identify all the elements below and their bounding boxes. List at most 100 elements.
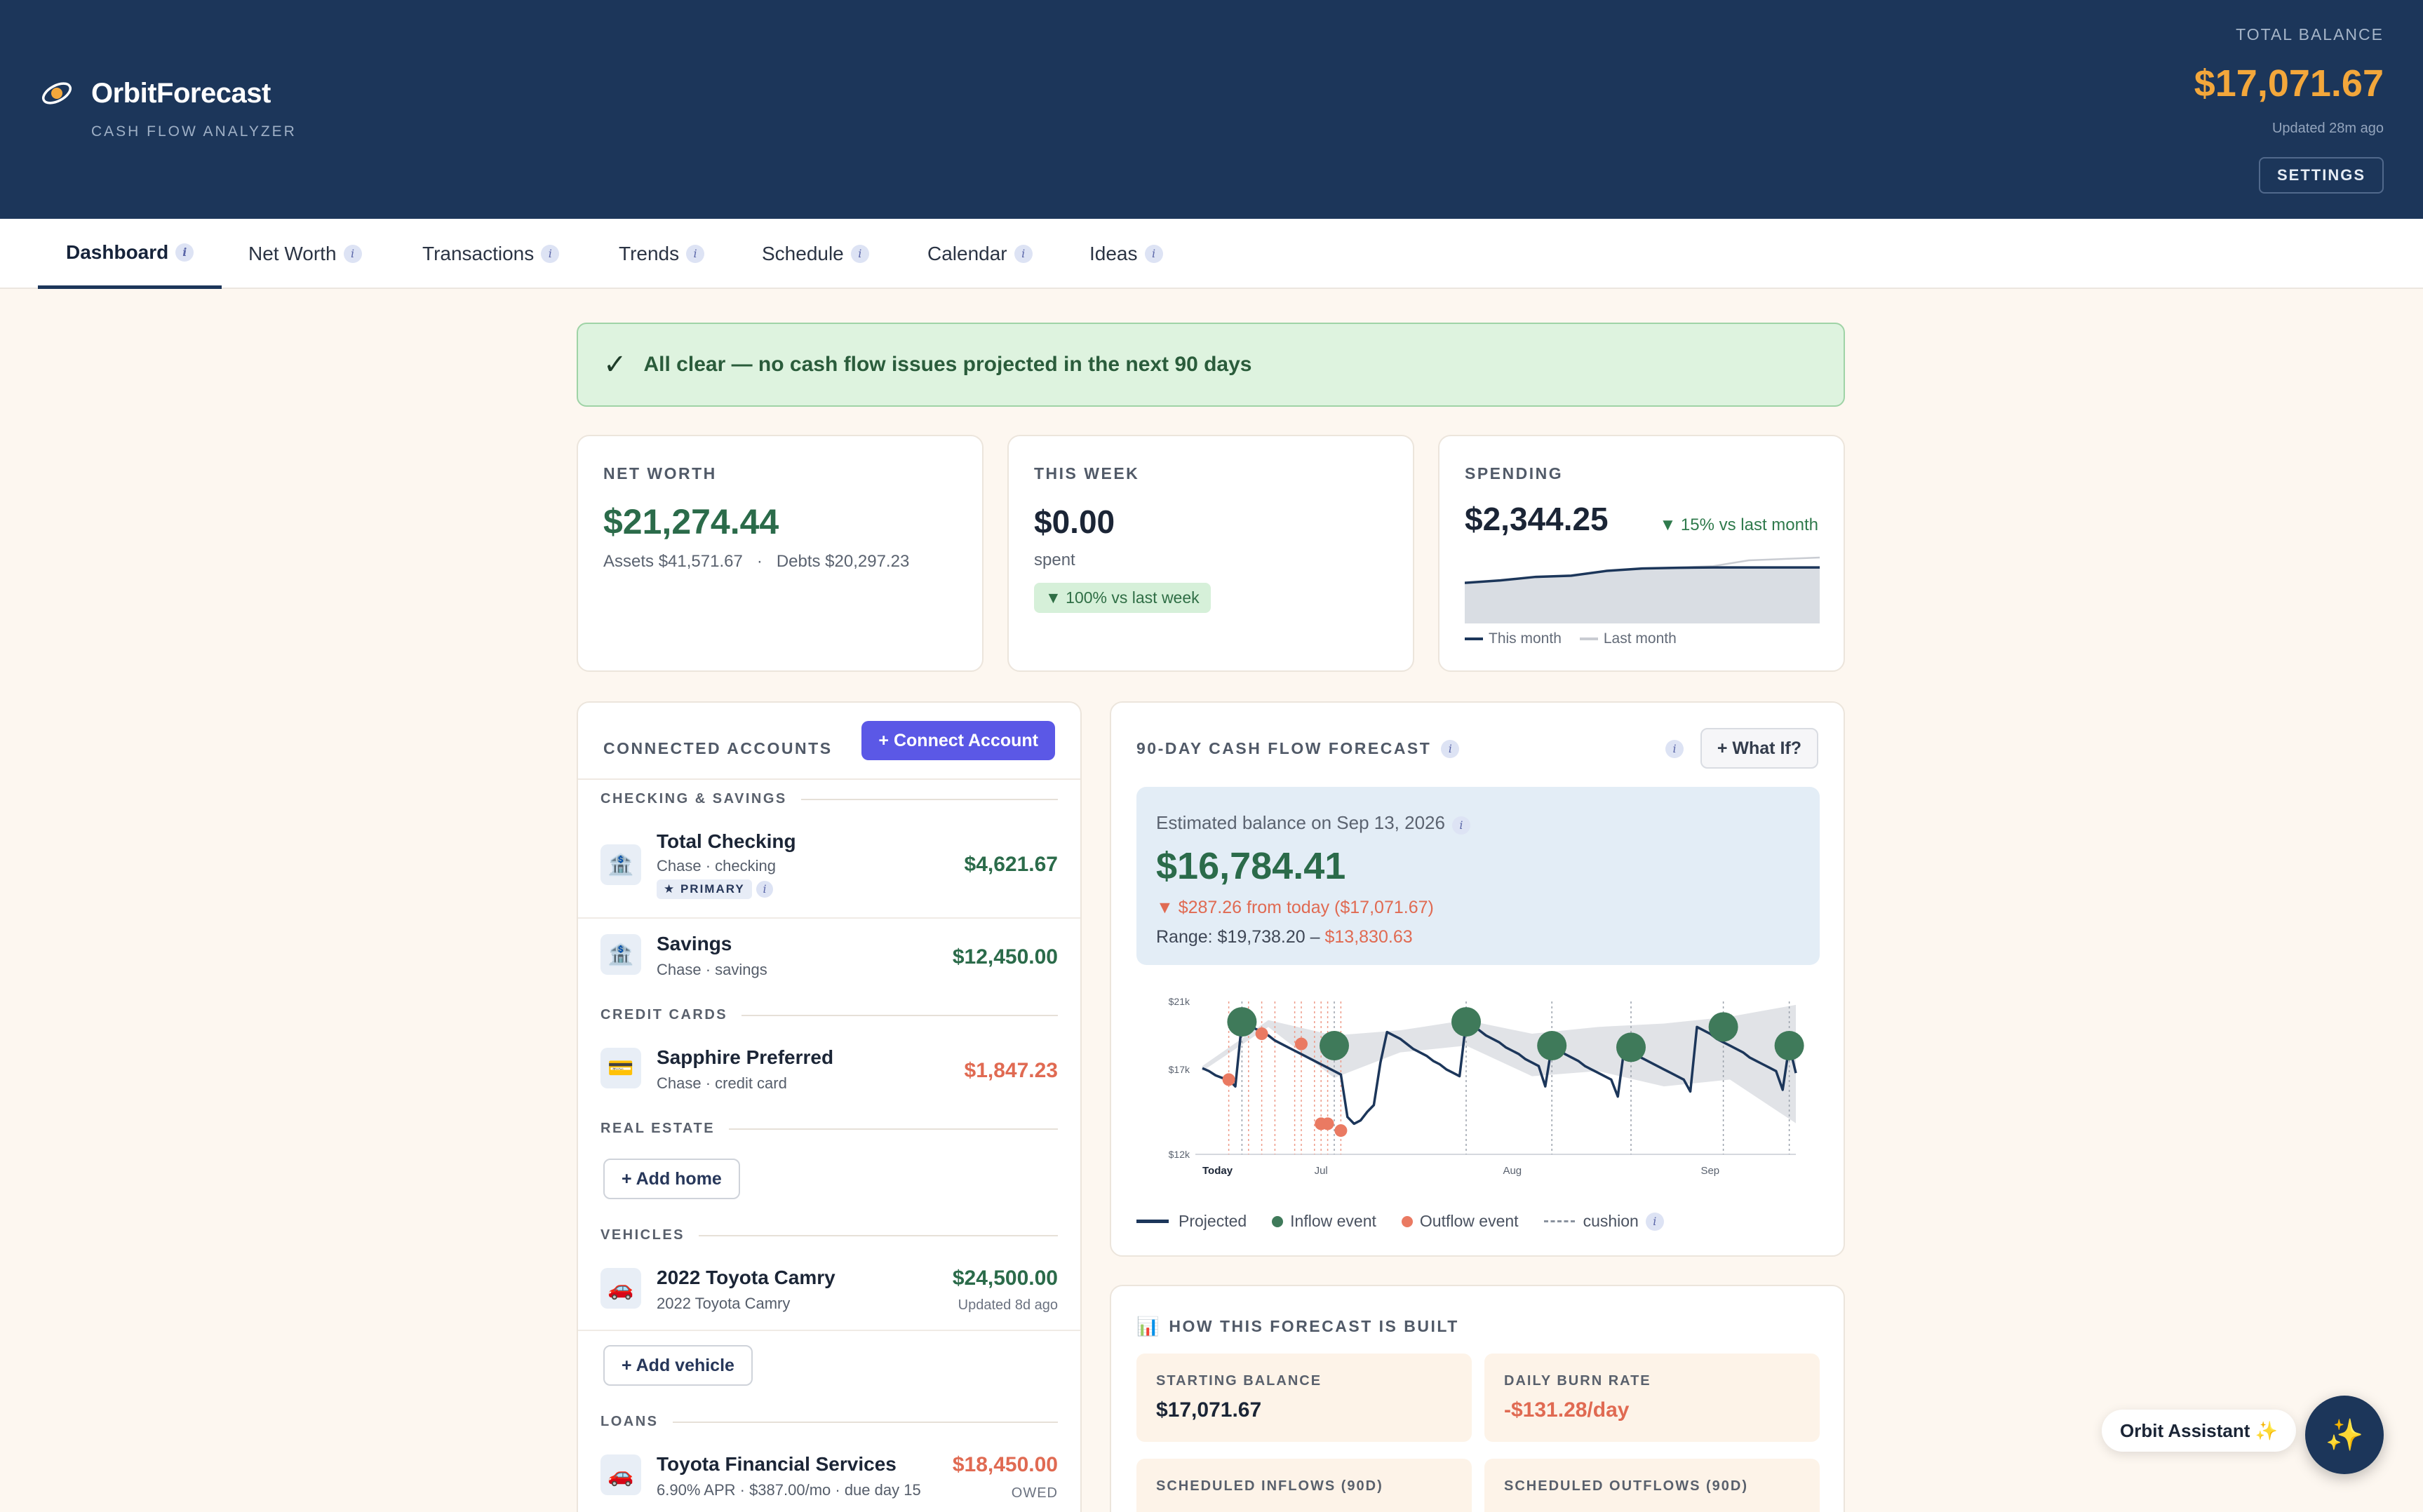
y-tick-label: $17k [1169, 1064, 1190, 1075]
net-worth-breakdown: Assets $41,571.67 · Debts $20,297.23 [603, 552, 957, 572]
outflow-event-point [1255, 1027, 1268, 1041]
divider [578, 917, 1080, 919]
settings-button[interactable]: SETTINGS [2258, 157, 2384, 194]
outflow-event-point [1295, 1037, 1308, 1051]
spending-legend: This month Last month [1465, 630, 1818, 647]
tab-label: Ideas [1089, 243, 1138, 264]
info-icon[interactable]: i [175, 243, 194, 262]
orbit-assistant-label[interactable]: Orbit Assistant ✨ [2102, 1410, 2296, 1452]
brand: OrbitForecast [39, 76, 271, 111]
account-row-total-checking[interactable]: 🏦 Total Checking Chase · checking ★ PRIM… [600, 822, 1058, 899]
legend-this-month: This month [1465, 630, 1562, 647]
section-credit-cards: CREDIT CARDS [600, 1007, 1058, 1023]
info-icon[interactable]: i [1645, 1212, 1664, 1231]
info-icon[interactable]: i [541, 245, 560, 263]
week-change-badge: ▼ 100% vs last week [1034, 583, 1211, 613]
x-tick-label: Jul [1315, 1165, 1328, 1177]
net-worth-label: NET WORTH [603, 464, 717, 482]
connect-account-button[interactable]: + Connect Account [861, 721, 1055, 760]
check-icon: ✓ [603, 349, 627, 380]
total-balance-label: TOTAL BALANCE [2236, 25, 2384, 43]
connected-accounts-panel: CONNECTED ACCOUNTS + Connect Account CHE… [577, 701, 1082, 1512]
inflow-event-point [1451, 1007, 1481, 1037]
info-icon[interactable]: i [1144, 245, 1163, 263]
forecast-title-row: 90-DAY CASH FLOW FORECAST i [1136, 739, 1460, 758]
y-tick-label: $12k [1169, 1149, 1190, 1160]
info-icon[interactable]: i [343, 245, 362, 263]
balance-updated-text: Updated 28m ago [2271, 121, 2384, 136]
spending-delta: ▼ 15% vs last month [1659, 515, 1818, 534]
outflow-event-point [1334, 1124, 1348, 1138]
alert-text: All clear — no cash flow issues projecte… [643, 353, 1252, 376]
account-meta: Chase · credit card [657, 1074, 787, 1092]
inflow-event-point [1708, 1012, 1738, 1042]
legend-label: Outflow event [1419, 1212, 1519, 1230]
inflow-event-point [1616, 1032, 1646, 1062]
divider [578, 1330, 1080, 1331]
tab-dashboard[interactable]: Dashboard i [38, 219, 222, 289]
account-balance: $4,621.67 [964, 853, 1058, 876]
account-row-toyota-loan[interactable]: 🚗 Toyota Financial Services 6.90% APR · … [600, 1450, 1058, 1512]
tab-schedule[interactable]: Schedule i [762, 219, 869, 289]
info-icon[interactable]: i [850, 245, 869, 263]
account-meta: 6.90% APR · $387.00/mo · due day 15 [657, 1481, 921, 1499]
estimated-delta: ▼ $287.26 from today ($17,071.67) [1156, 898, 1434, 917]
x-tick-label: Today [1202, 1165, 1233, 1177]
account-meta: 2022 Toyota Camry [657, 1295, 791, 1312]
tab-label: Schedule [762, 243, 844, 264]
primary-badge: ★ PRIMARY [657, 879, 752, 899]
tab-label: Transactions [422, 243, 535, 264]
legend-label: Inflow event [1290, 1212, 1376, 1230]
stat-value: $17,071.67 [1156, 1398, 1262, 1422]
what-if-button[interactable]: + What If? [1700, 728, 1818, 769]
tab-net-worth[interactable]: Net Worth i [248, 219, 362, 289]
info-icon[interactable]: i [1665, 740, 1684, 758]
forecast-build-panel: 📊 HOW THIS FORECAST IS BUILT STARTING BA… [1110, 1285, 1845, 1512]
account-row-savings[interactable]: 🏦 Savings Chase · savings $12,450.00 [600, 930, 1058, 1000]
account-row-sapphire[interactable]: 💳 Sapphire Preferred Chase · credit card… [600, 1044, 1058, 1114]
cashflow-status-alert: ✓ All clear — no cash flow issues projec… [577, 323, 1845, 407]
forecast-chart[interactable]: $21k $17k $12k Today Jul Aug Sep [1136, 983, 1820, 1194]
section-loans: LOANS [600, 1414, 1058, 1430]
x-tick-label: Aug [1503, 1165, 1522, 1177]
car-icon: 🚗 [600, 1454, 641, 1495]
account-balance: $24,500.00 [952, 1267, 1058, 1290]
tab-transactions[interactable]: Transactions i [422, 219, 560, 289]
app-subtitle: CASH FLOW ANALYZER [91, 123, 297, 140]
net-worth-value: $21,274.44 [603, 502, 779, 541]
tab-label: Net Worth [248, 243, 337, 264]
this-week-card[interactable]: THIS WEEK $0.00 spent ▼ 100% vs last wee… [1007, 435, 1414, 672]
x-tick-label: Sep [1700, 1165, 1719, 1177]
range-text: Range: $19,738.20 – [1156, 927, 1320, 947]
tab-calendar[interactable]: Calendar i [927, 219, 1033, 289]
inflow-event-point [1320, 1030, 1349, 1060]
info-icon[interactable]: i [686, 245, 705, 263]
add-vehicle-button[interactable]: + Add vehicle [603, 1345, 753, 1386]
account-name: Savings [657, 933, 732, 954]
orbit-logo-icon [42, 82, 72, 104]
bank-icon: 🏦 [600, 934, 641, 975]
inflow-event-point [1537, 1030, 1567, 1060]
legend-label: Projected [1179, 1212, 1247, 1230]
inflow-event-point [1774, 1030, 1804, 1060]
account-row-camry[interactable]: 🚗 2022 Toyota Camry 2022 Toyota Camry $2… [600, 1264, 1058, 1334]
tab-ideas[interactable]: Ideas i [1089, 219, 1163, 289]
add-home-button[interactable]: + Add home [603, 1159, 740, 1199]
info-icon[interactable]: i [1014, 245, 1033, 263]
sparkle-icon[interactable]: ✨ [2305, 1396, 2384, 1474]
scheduled-inflows-stat: SCHEDULED INFLOWS (90D) [1136, 1459, 1472, 1512]
info-icon[interactable]: i [1441, 739, 1460, 758]
info-icon[interactable]: i [756, 881, 773, 898]
spending-card[interactable]: SPENDING $2,344.25 ▼ 15% vs last month T… [1438, 435, 1845, 672]
app-name: OrbitForecast [91, 77, 271, 109]
tab-trends[interactable]: Trends i [619, 219, 705, 289]
account-name: Total Checking [657, 830, 796, 852]
tab-label: Calendar [927, 243, 1007, 264]
account-balance: $12,450.00 [952, 945, 1058, 968]
debts-text: Debts $20,297.23 [776, 552, 910, 571]
info-icon[interactable]: i [1451, 816, 1470, 835]
net-worth-card[interactable]: NET WORTH $21,274.44 Assets $41,571.67 · D… [577, 435, 984, 672]
estimated-balance-box: Estimated balance on Sep 13, 2026 i $16,7… [1136, 787, 1820, 965]
stat-label: STARTING BALANCE [1156, 1373, 1322, 1389]
separator: · [756, 552, 763, 571]
